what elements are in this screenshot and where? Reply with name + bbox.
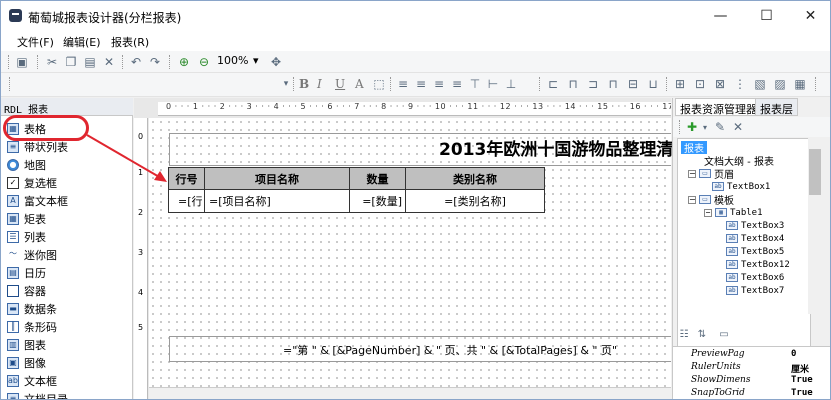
dropdown-arrow-icon[interactable]: ▾ <box>698 120 712 134</box>
textbox-icon: ab <box>726 260 738 269</box>
tree-node-textbox[interactable]: ab TextBox4 <box>726 232 784 245</box>
textbox-icon: ab <box>726 273 738 282</box>
property-grid: PreviewPag 0 RulerUnits 厘米 ShowDimens True … <box>673 346 830 399</box>
textbox-icon: ab <box>712 182 724 191</box>
tree-node-table[interactable]: − ▦ Table1 <box>704 206 763 219</box>
collapse-icon[interactable]: − <box>688 195 696 204</box>
property-row[interactable]: ShowDimens True <box>691 375 813 388</box>
collapse-icon[interactable]: − <box>688 169 696 178</box>
tree-node-textbox[interactable]: ab TextBox6 <box>726 271 784 284</box>
add-icon[interactable]: ✚ <box>685 120 699 134</box>
tab-report-layers[interactable]: 报表层 <box>755 98 798 116</box>
property-row[interactable]: SnapToGrid True <box>691 388 813 399</box>
delete-icon[interactable]: ✕ <box>731 120 745 134</box>
toolbar-grip <box>679 120 680 134</box>
property-row[interactable]: RulerUnits 厘米 <box>691 362 809 375</box>
explorer-toolbar: ✚ ▾ ✎ ✕ <box>673 117 830 137</box>
section-icon: ▭ <box>699 195 711 204</box>
textbox-icon: ab <box>726 286 738 295</box>
tree-node-textbox[interactable]: ab TextBox7 <box>726 284 784 297</box>
tree-node-textbox[interactable]: ab TextBox5 <box>726 245 784 258</box>
sort-alpha-icon[interactable]: ⇅ <box>695 327 709 341</box>
tab-report-explorer[interactable]: 报表资源管理器 <box>675 98 762 116</box>
tree-node-textbox[interactable]: ab TextBox12 <box>726 258 790 271</box>
tree-node-textbox[interactable]: ab TextBox3 <box>726 219 784 232</box>
app-window: 葡萄城报表设计器(分栏报表) — ☐ ✕ 文件(F) 编辑(E) 报表(R) ▣… <box>0 0 831 400</box>
textbox-icon: ab <box>726 247 738 256</box>
property-pages-icon[interactable]: ▭ <box>717 327 731 341</box>
textbox-icon: ab <box>726 234 738 243</box>
tree-scroll-thumb[interactable] <box>809 149 821 195</box>
textbox-icon: ab <box>726 221 738 230</box>
table-icon: ▦ <box>715 208 727 217</box>
tree-node-body[interactable]: − ▭ 模板 <box>688 193 734 207</box>
section-icon: ▭ <box>699 169 711 178</box>
edit-icon[interactable]: ✎ <box>713 120 727 134</box>
property-row[interactable]: PreviewPag 0 <box>691 349 796 362</box>
tree-node-page-header[interactable]: − ▭ 页眉 <box>688 167 734 181</box>
categorized-icon[interactable]: ☷ <box>677 327 691 341</box>
collapse-icon[interactable]: − <box>704 208 712 217</box>
